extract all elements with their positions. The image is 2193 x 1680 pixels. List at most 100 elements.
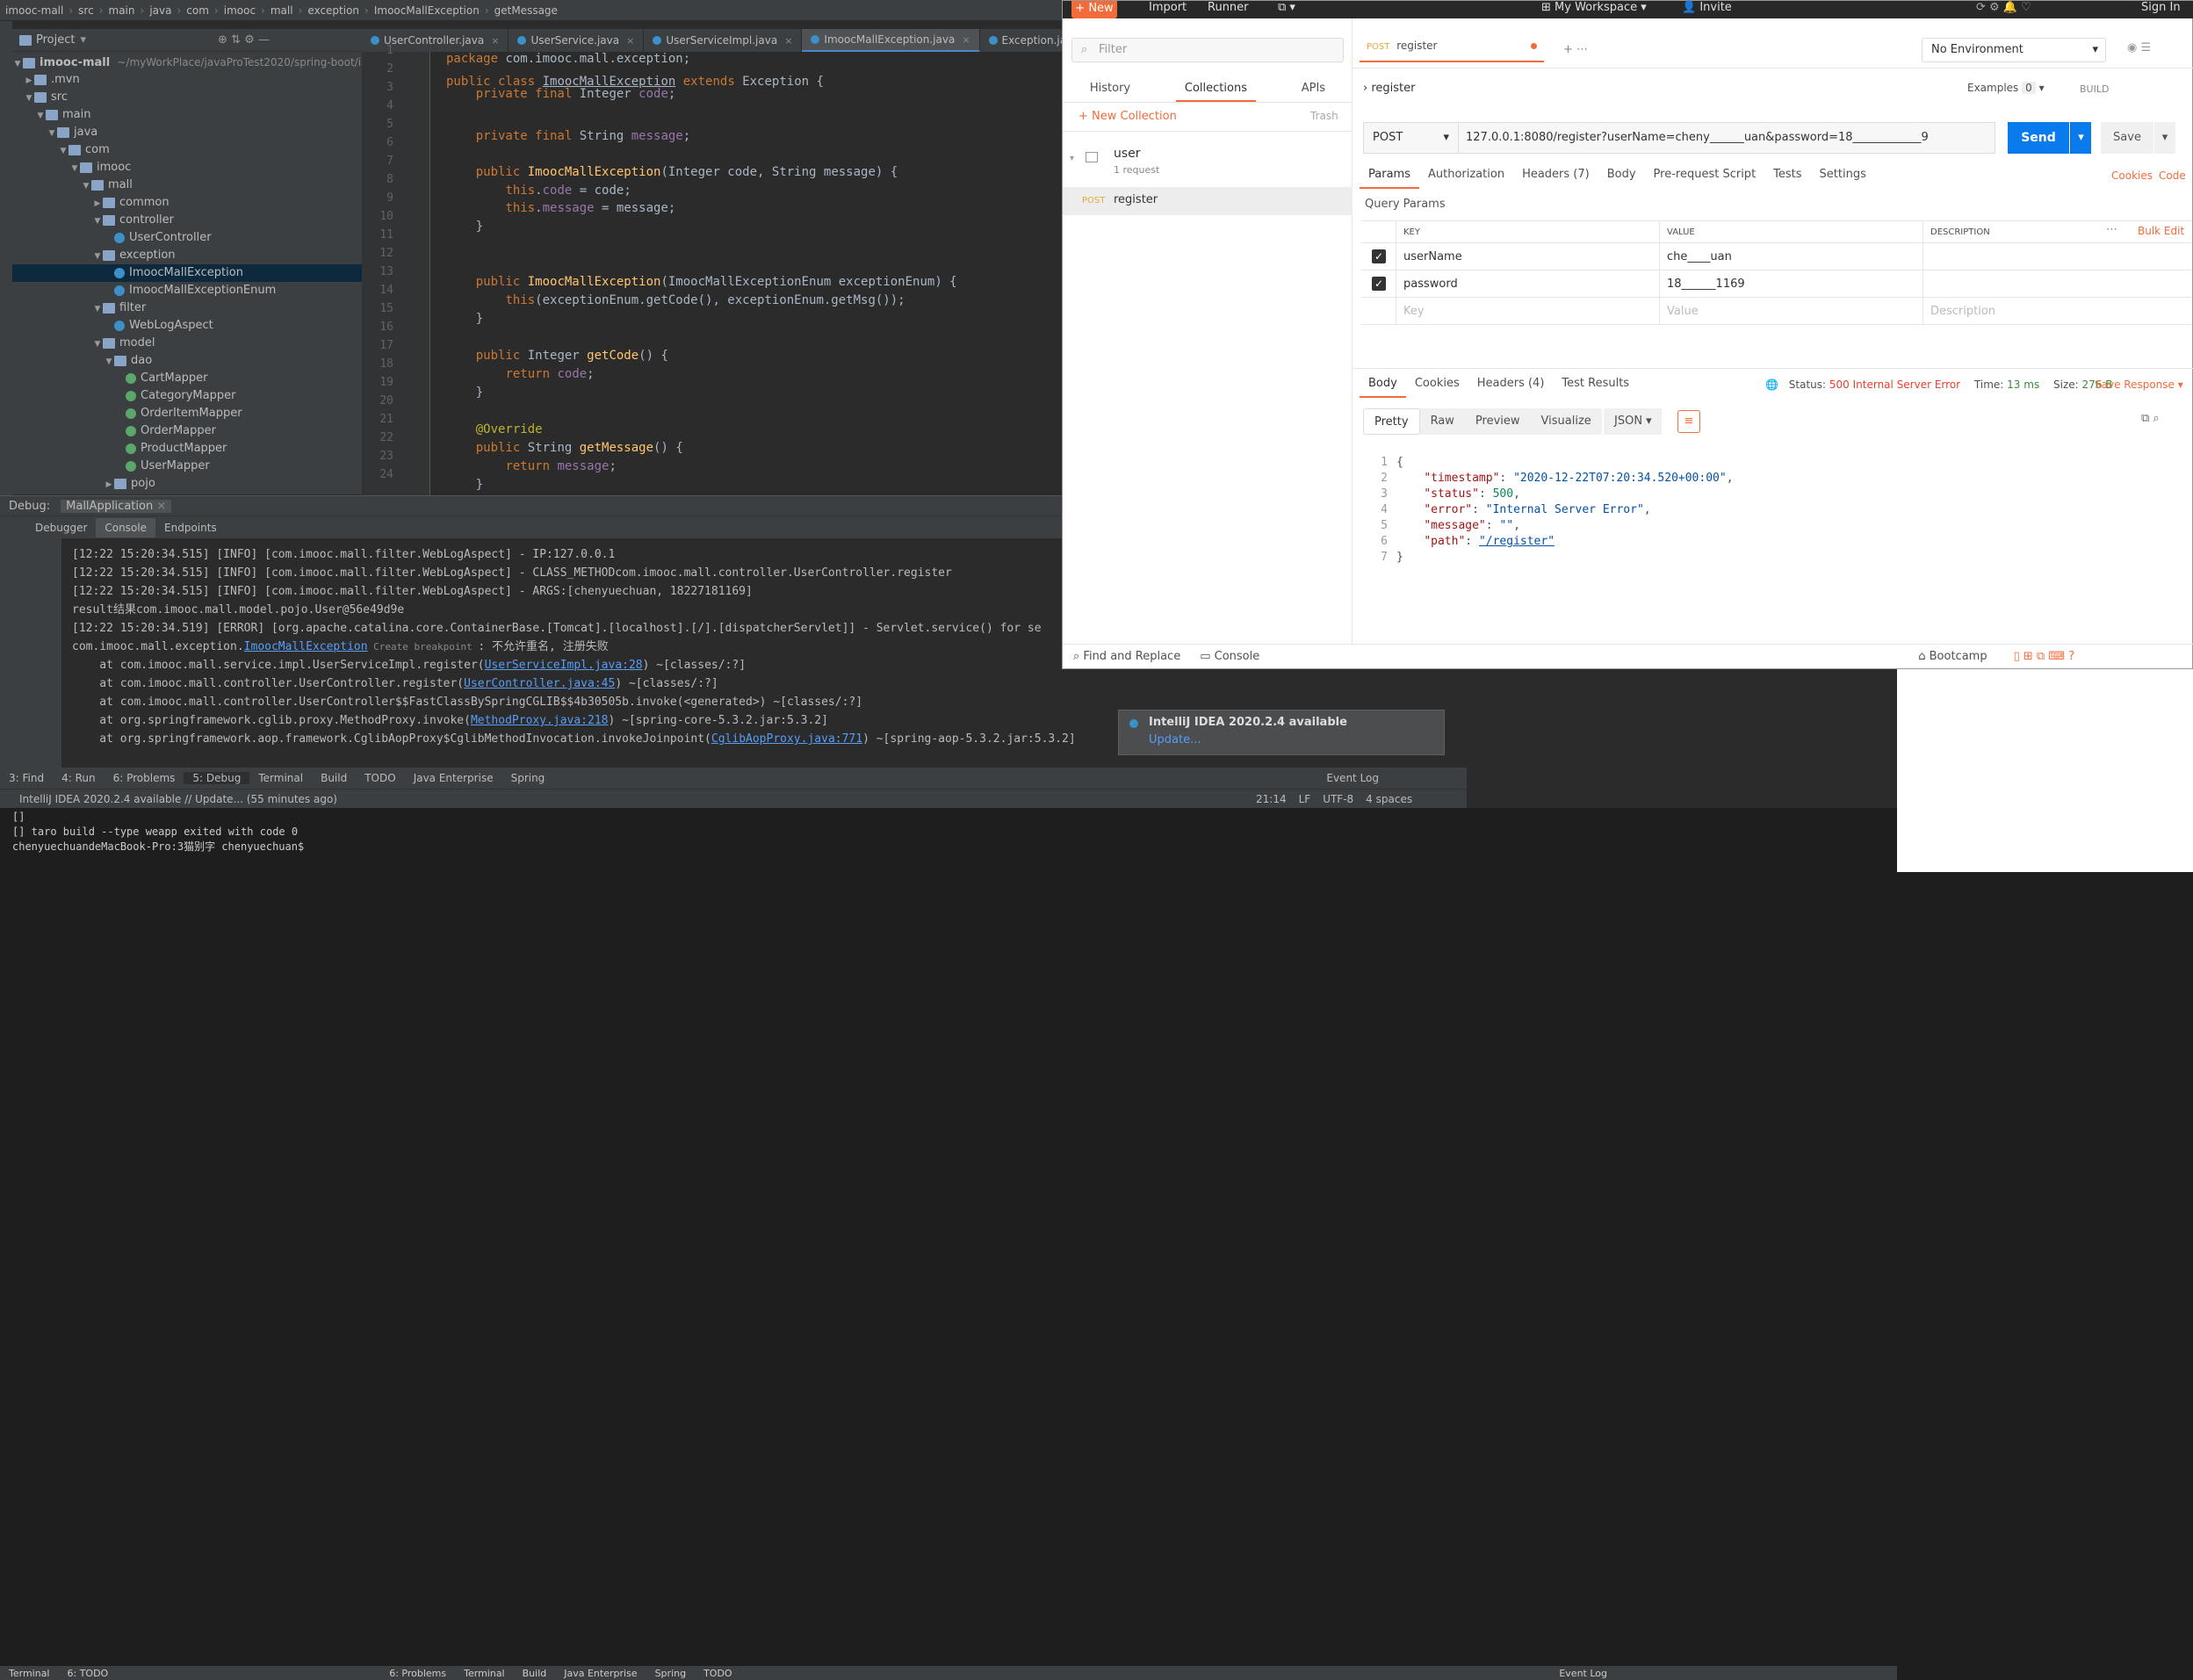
- tree-item[interactable]: ▼ controller: [12, 212, 362, 229]
- collection-user[interactable]: ▾ user 1 request: [1068, 143, 1353, 185]
- view-tab[interactable]: Raw: [1420, 408, 1465, 435]
- tool-window-button[interactable]: 3: Find: [0, 772, 53, 784]
- terminal-window[interactable]: [] [] taro build --type weapp exited with…: [0, 808, 1897, 1680]
- breadcrumb-item[interactable]: src: [73, 4, 99, 17]
- tool-window-button[interactable]: Terminal: [249, 772, 312, 784]
- terminal-tool-button[interactable]: Terminal: [0, 1668, 59, 1679]
- tree-item[interactable]: OrderMapper: [12, 422, 362, 440]
- request-tab[interactable]: Settings: [1811, 168, 1875, 189]
- tool-window-button[interactable]: 5: Debug: [184, 772, 250, 784]
- param-key[interactable]: userName: [1396, 243, 1660, 270]
- tree-item[interactable]: ImoocMallExceptionEnum: [12, 282, 362, 299]
- terminal-tool-button[interactable]: 6: TODO: [59, 1668, 118, 1679]
- close-icon[interactable]: ×: [784, 35, 792, 47]
- layout-icons[interactable]: ▯ ⊞ ⧉ ⌨ ?: [2014, 650, 2075, 663]
- checkbox[interactable]: ✓: [1372, 277, 1386, 291]
- tool-window-button[interactable]: Build: [514, 1668, 556, 1679]
- checkbox[interactable]: ✓: [1372, 249, 1386, 263]
- debug-tab[interactable]: Debugger: [26, 518, 96, 537]
- tool-window-button[interactable]: TODO: [356, 772, 404, 784]
- environment-select[interactable]: No Environment ▾: [1922, 38, 2106, 62]
- sidebar-tab[interactable]: Collections: [1175, 73, 1256, 102]
- examples-dropdown[interactable]: Examples 0 ▾: [1967, 82, 2045, 94]
- request-tab[interactable]: Params: [1360, 168, 1419, 189]
- tool-window-button[interactable]: Spring: [502, 772, 554, 784]
- project-root[interactable]: ▼ imooc-mall ~/myWorkPlace/javaProTest202…: [12, 54, 365, 71]
- sign-in-button[interactable]: Sign In: [2141, 1, 2181, 14]
- bootcamp-button[interactable]: ⌂ Bootcamp: [1918, 650, 1987, 663]
- tree-item[interactable]: UserMapper: [12, 458, 362, 475]
- breadcrumb-item[interactable]: main: [104, 4, 141, 17]
- send-button[interactable]: Send: [2008, 122, 2069, 154]
- tree-item[interactable]: ▼ exception: [12, 247, 362, 264]
- new-collection-button[interactable]: + New Collection: [1078, 110, 1177, 123]
- param-value[interactable]: 18______1169: [1660, 270, 1923, 298]
- view-tab[interactable]: Visualize: [1531, 408, 1602, 435]
- code-link[interactable]: Code: [2159, 169, 2186, 182]
- tree-item[interactable]: ▼ imooc: [12, 159, 362, 177]
- tool-window-button[interactable]: 6: Problems: [105, 772, 184, 784]
- source-link[interactable]: CglibAopProxy.java:771: [711, 732, 862, 746]
- source-link[interactable]: UserServiceImpl.java:28: [485, 659, 643, 672]
- close-icon[interactable]: ×: [626, 35, 634, 47]
- tree-item[interactable]: ProductMapper: [12, 440, 362, 458]
- expand-arrow-icon[interactable]: ▼: [58, 142, 69, 160]
- request-tab[interactable]: Authorization: [1419, 168, 1513, 189]
- tree-item[interactable]: ImoocMallException: [12, 264, 362, 282]
- tool-window-button[interactable]: Spring: [646, 1668, 696, 1679]
- expand-arrow-icon[interactable]: ▼: [47, 125, 57, 142]
- tree-item[interactable]: ▼ main: [12, 106, 362, 124]
- breadcrumb-item[interactable]: ImoocMallException: [369, 4, 485, 17]
- console-button[interactable]: ▭ Console: [1200, 650, 1259, 663]
- view-tab[interactable]: Pretty: [1363, 408, 1420, 435]
- tool-window-button[interactable]: Build: [312, 772, 356, 784]
- tree-item[interactable]: ▼ dao: [12, 352, 362, 370]
- debug-toolbar[interactable]: [0, 538, 61, 768]
- runner-button[interactable]: Runner: [1208, 1, 1249, 14]
- more-icon[interactable]: ⋯: [2106, 223, 2117, 236]
- response-tab[interactable]: Test Results: [1553, 377, 1638, 398]
- request-tab[interactable]: Body: [1598, 168, 1645, 189]
- sidebar-tab[interactable]: History: [1081, 73, 1139, 102]
- tree-item[interactable]: ▶ common: [12, 194, 362, 212]
- method-select[interactable]: POST ▾: [1363, 122, 1458, 154]
- breadcrumb-item[interactable]: com: [181, 4, 214, 17]
- breadcrumb-item[interactable]: mall: [265, 4, 299, 17]
- workspace-switcher[interactable]: ⊞ My Workspace ▾: [1541, 1, 1647, 14]
- tool-window-button[interactable]: Java Enterprise: [405, 772, 502, 784]
- params-empty-row[interactable]: Key Value Description: [1361, 298, 2191, 325]
- filter-input[interactable]: ⌕ Filter: [1071, 38, 1344, 62]
- panel-tools-icons[interactable]: ⊕ ⇅ ⚙ —: [218, 33, 270, 47]
- new-button[interactable]: + New: [1071, 1, 1117, 18]
- tree-item[interactable]: ▼ mall: [12, 177, 362, 194]
- tree-item[interactable]: ▶ .mvn: [12, 71, 362, 89]
- tool-window-button[interactable]: 6: Problems: [380, 1668, 455, 1679]
- param-description[interactable]: [1923, 270, 2191, 298]
- tree-item[interactable]: ▼ src: [12, 89, 362, 106]
- param-row[interactable]: ✓ password 18______1169: [1361, 270, 2191, 298]
- update-notification[interactable]: IntelliJ IDEA 2020.2.4 available Update.…: [1118, 710, 1445, 755]
- event-log-button[interactable]: Event Log: [1550, 1668, 1616, 1679]
- breadcrumb-item[interactable]: imooc-mall: [0, 4, 69, 17]
- tree-item[interactable]: UserController: [12, 229, 362, 247]
- breadcrumb-item[interactable]: imooc: [219, 4, 261, 17]
- breadcrumb-item[interactable]: getMessage: [489, 4, 563, 17]
- editor-tab[interactable]: UserServiceImpl.java ×: [644, 29, 803, 52]
- project-panel-header[interactable]: Project ▾ ⊕ ⇅ ⚙ —: [12, 29, 362, 52]
- editor-tab[interactable]: UserService.java ×: [509, 29, 645, 52]
- copy-icon[interactable]: ⧉ ⌕: [2141, 412, 2160, 425]
- expand-arrow-icon[interactable]: ▼: [92, 248, 103, 265]
- editor-tab[interactable]: ImoocMallException.java ×: [802, 29, 980, 52]
- response-tab[interactable]: Headers (4): [1468, 377, 1554, 398]
- send-options-button[interactable]: ▾: [2070, 122, 2091, 154]
- param-key[interactable]: password: [1396, 270, 1660, 298]
- tree-item[interactable]: WebLogAspect: [12, 317, 362, 335]
- new-window-icon[interactable]: ⧉ ▾: [1278, 1, 1295, 14]
- eye-icon[interactable]: ◉ ☰: [2127, 41, 2151, 54]
- response-tab[interactable]: Body: [1360, 377, 1406, 398]
- tree-item[interactable]: ▼ com: [12, 141, 362, 159]
- tool-window-button[interactable]: TODO: [695, 1668, 741, 1679]
- bulk-edit-link[interactable]: Bulk Edit: [2138, 225, 2184, 237]
- request-tab[interactable]: Pre-request Script: [1645, 168, 1765, 189]
- invite-button[interactable]: 👤 Invite: [1682, 1, 1732, 14]
